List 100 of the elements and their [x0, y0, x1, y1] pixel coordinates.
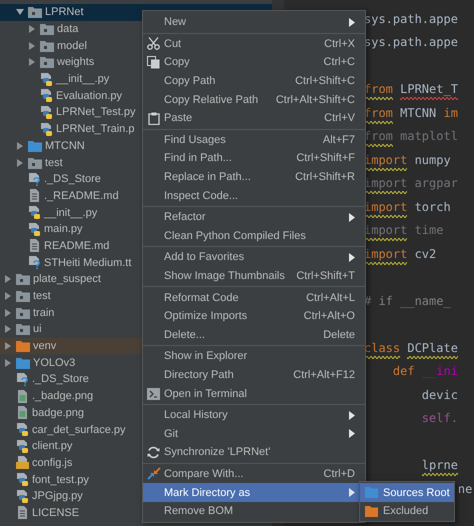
shortcut-label: Ctrl+X: [324, 38, 355, 50]
code-text: argpar: [414, 176, 458, 190]
shortcut-label: Ctrl+D: [324, 468, 355, 480]
code-text: class: [364, 340, 400, 355]
code-text: MTCNN: [400, 106, 436, 120]
expand-arrow-icon[interactable]: [4, 308, 12, 317]
folder-icon: [40, 40, 54, 52]
menu-item[interactable]: Add to Favorites: [143, 248, 365, 267]
menu-item[interactable]: Sources Root: [360, 483, 454, 502]
code-text: sys.path.appe: [364, 35, 458, 50]
tree-item-label: __init__.py: [44, 206, 98, 219]
code-text: numpy: [414, 152, 451, 167]
menu-item[interactable]: Paste Ctrl+V: [143, 108, 365, 128]
javascript-file-icon: [16, 456, 29, 470]
tree-item-label: ui: [33, 323, 42, 336]
folder-icon: [16, 340, 30, 352]
python-file-icon: [16, 473, 29, 486]
shortcut-label: Ctrl+Alt+F12: [293, 368, 355, 381]
code-text: devic: [422, 388, 458, 402]
code-text: ne: [458, 482, 472, 496]
copy-icon: [147, 56, 160, 69]
menu-item[interactable]: Inspect Code...: [143, 186, 365, 205]
code-text: time: [414, 223, 444, 238]
shortcut-label: Ctrl+Alt+O: [304, 310, 355, 322]
menu-item[interactable]: Cut Ctrl+X: [143, 34, 365, 54]
tree-item-label: car_det_surface.py: [32, 424, 126, 436]
tree-item-label: JPGjpg.py: [32, 490, 83, 502]
menu-item[interactable]: Git: [143, 424, 365, 444]
menu-item[interactable]: Copy Path Ctrl+Shift+C: [143, 72, 365, 90]
expand-arrow-icon[interactable]: [28, 42, 36, 50]
menu-item[interactable]: Synchronize 'LPRNet': [143, 443, 365, 462]
compare-arrows-icon: [146, 467, 160, 480]
menu-item[interactable]: Copy Ctrl+C: [143, 53, 365, 72]
tree-item-label: weights: [57, 56, 94, 68]
tree-item-label: README.md: [44, 240, 110, 252]
tree-item-label: ._badge.png: [32, 390, 94, 402]
menu-item[interactable]: Compare With... Ctrl+D: [143, 464, 365, 484]
tree-item-label: LPRNet: [45, 6, 84, 18]
code-text: __ini: [422, 364, 458, 378]
menu-item[interactable]: Find in Path... Ctrl+Shift+F: [143, 149, 365, 168]
shortcut-label: Alt+F7: [322, 134, 355, 146]
tree-item-label: YOLOv3: [33, 356, 76, 369]
code-text: torch: [414, 200, 451, 214]
code-text: import: [364, 223, 408, 238]
code-text: import: [364, 152, 408, 167]
expand-arrow-icon[interactable]: [4, 292, 12, 300]
code-text: lprne: [422, 458, 458, 472]
python-file-icon: [16, 440, 29, 453]
tree-item-label: LPRNet_Train.p: [56, 123, 134, 136]
expand-arrow-icon[interactable]: [16, 142, 24, 150]
python-file-icon: [16, 490, 29, 503]
unknown-file-icon: [28, 172, 41, 186]
menu-item[interactable]: Local History: [143, 406, 365, 424]
expand-arrow-icon[interactable]: [28, 58, 36, 66]
code-text: DCPlate: [407, 340, 458, 355]
menu-item[interactable]: Clean Python Compiled Files: [143, 226, 365, 246]
shortcut-label: Ctrl+C: [324, 56, 355, 68]
menu-item[interactable]: Directory Path Ctrl+Alt+F12: [143, 366, 365, 384]
menu-item[interactable]: Optimize Imports Ctrl+Alt+O: [143, 306, 365, 326]
code-text: sys.path.appe: [364, 12, 458, 26]
menu-item[interactable]: Copy Relative Path Ctrl+Alt+Shift+C: [143, 90, 365, 109]
menu-item[interactable]: Reformat Code Ctrl+Alt+L: [143, 288, 365, 307]
expand-arrow-icon[interactable]: [16, 158, 24, 167]
folder-icon: [16, 323, 30, 336]
expand-arrow-icon[interactable]: [4, 325, 12, 334]
text-file-icon: [16, 506, 29, 520]
tree-item-label: train: [33, 306, 54, 319]
python-file-icon: [40, 89, 53, 102]
expand-arrow-icon[interactable]: [4, 275, 12, 284]
folder-icon: [16, 273, 30, 286]
python-file-icon: [40, 106, 53, 119]
text-file-icon: [28, 239, 41, 252]
menu-item[interactable]: Find Usages Alt+F7: [143, 130, 365, 150]
unknown-file-icon: [16, 372, 29, 386]
code-text: from: [364, 129, 393, 144]
expand-arrow-icon[interactable]: [4, 342, 12, 350]
menu-item[interactable]: Open in Terminal: [143, 384, 365, 403]
tree-item-label: LPRNet_Test.py: [56, 106, 136, 118]
folder-icon: [16, 356, 30, 369]
code-text: matplotl: [400, 129, 458, 144]
python-file-icon: [40, 72, 53, 86]
code-text: def: [392, 364, 415, 378]
menu-item[interactable]: Refactor: [143, 208, 365, 227]
scissors-icon: [147, 37, 160, 50]
code-text: cv2: [414, 246, 436, 261]
expand-arrow-icon[interactable]: [28, 25, 36, 34]
shortcut-label: Ctrl+Shift+T: [296, 270, 355, 282]
collapse-arrow-icon[interactable]: [16, 8, 24, 16]
python-file-icon: [28, 206, 41, 220]
folder-icon: [365, 487, 378, 498]
shortcut-label: Ctrl+Shift+F: [296, 152, 355, 164]
menu-item[interactable]: Show Image Thumbnails Ctrl+Shift+T: [143, 266, 365, 286]
expand-arrow-icon[interactable]: [4, 358, 12, 367]
shortcut-label: Ctrl+Shift+C: [295, 75, 355, 88]
code-text: from: [364, 106, 393, 120]
folder-icon: [28, 6, 42, 18]
shortcut-label: Delete: [323, 328, 355, 341]
code-text: im: [443, 106, 458, 120]
menu-item[interactable]: Replace in Path... Ctrl+Shift+R: [143, 168, 365, 186]
code-text: self.: [422, 411, 458, 426]
